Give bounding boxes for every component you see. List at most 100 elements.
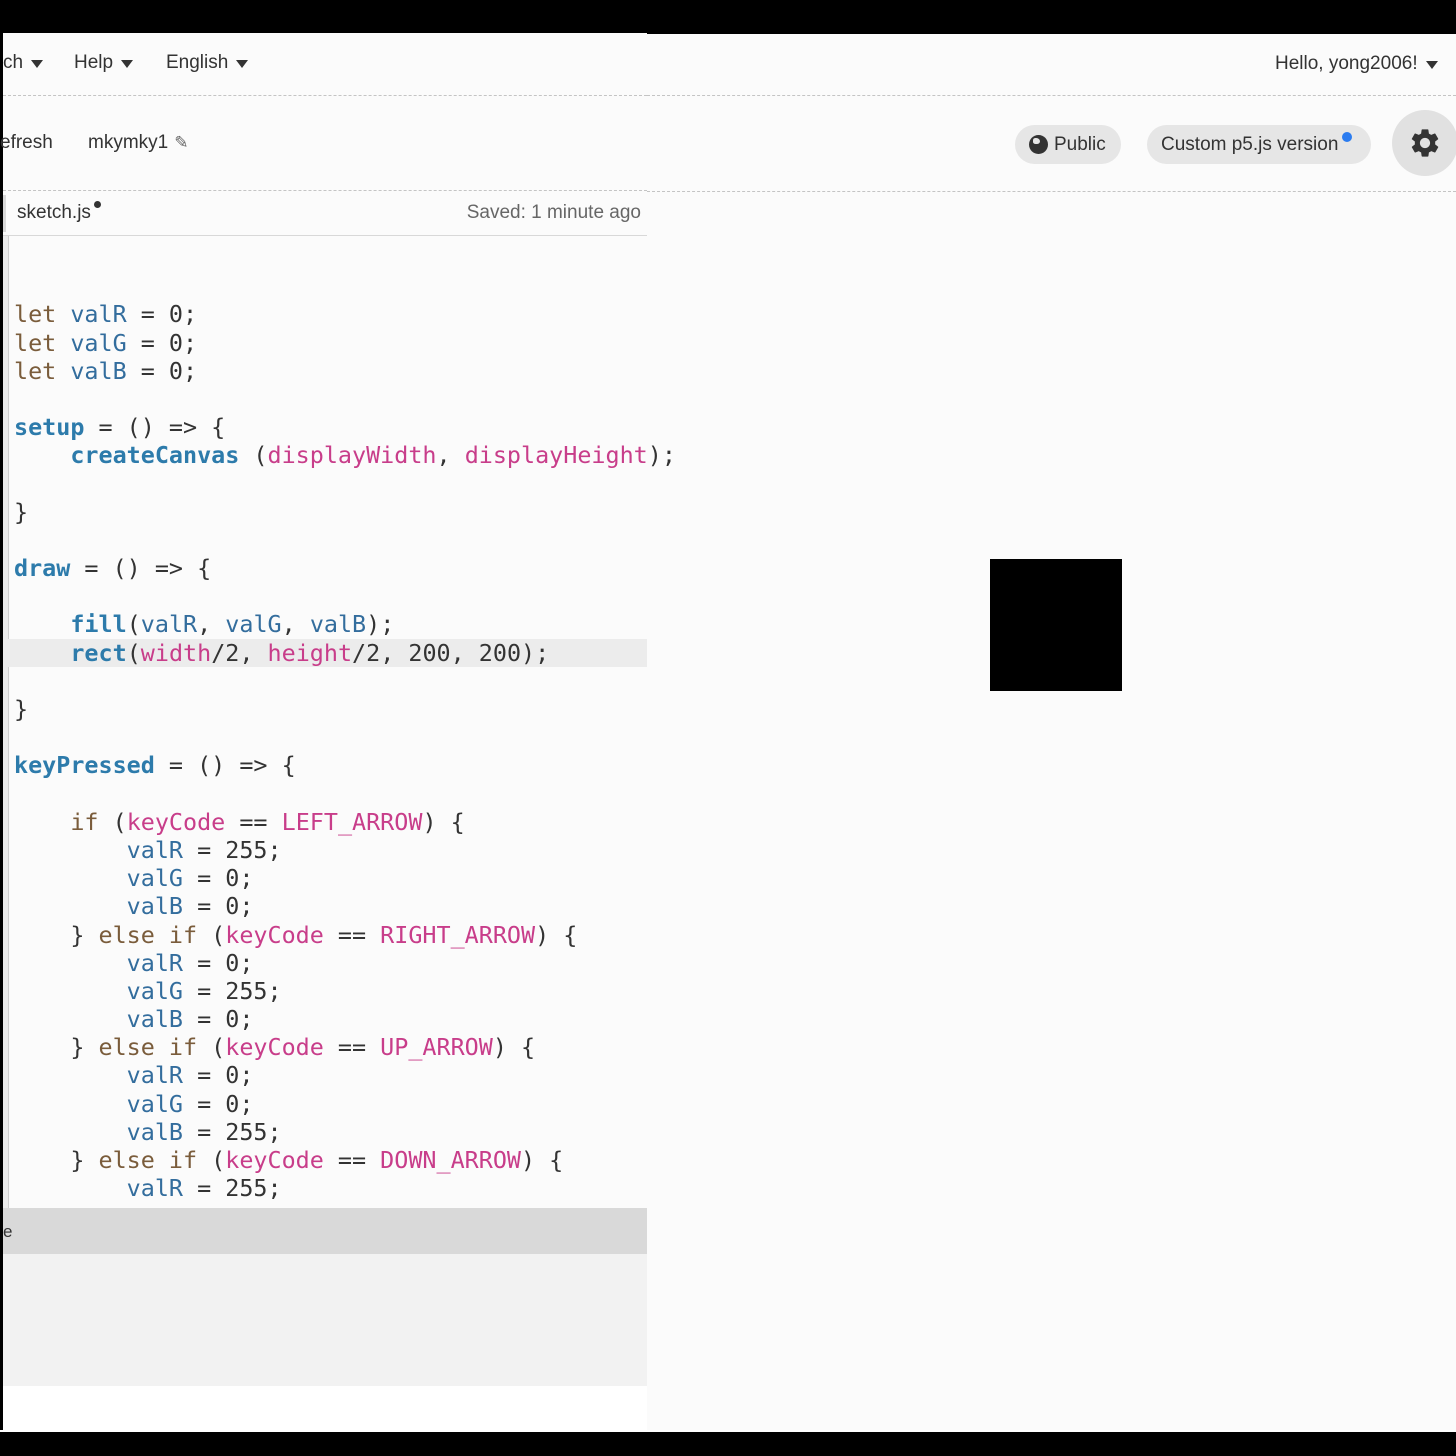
- code-line[interactable]: draw = () => {: [14, 554, 676, 582]
- code-token: /2,: [211, 638, 268, 667]
- code-line[interactable]: valR = 0;: [14, 949, 676, 977]
- code-line[interactable]: setup = () => {: [14, 413, 676, 441]
- menu-help[interactable]: Help: [74, 52, 134, 74]
- code-token: ,: [281, 610, 310, 639]
- code-token: createCanvas: [70, 441, 240, 470]
- code-line[interactable]: fill(valR, valG, valB);: [14, 610, 676, 638]
- code-token: = 255;: [183, 835, 282, 864]
- code-token: );: [647, 441, 676, 470]
- code-token: );: [366, 610, 395, 639]
- code-line[interactable]: [14, 780, 676, 808]
- code-line[interactable]: valB = 255;: [14, 1118, 676, 1146]
- code-token: if: [70, 807, 99, 836]
- code-line[interactable]: [14, 244, 676, 272]
- nav-divider: [647, 95, 1456, 96]
- code-line[interactable]: keyPressed = () => {: [14, 751, 676, 779]
- menu-sketch[interactable]: ch: [3, 52, 44, 74]
- code-line[interactable]: if (keyCode == LEFT_ARROW) {: [14, 808, 676, 836]
- footer-strip: [3, 1386, 647, 1430]
- code-line[interactable]: valR = 255;: [14, 1174, 676, 1202]
- pencil-icon[interactable]: ✎: [174, 133, 188, 153]
- settings-button[interactable]: [1392, 110, 1456, 176]
- sketch-name[interactable]: mkymky1 ✎: [88, 132, 188, 154]
- toolbar-divider: [647, 191, 1456, 192]
- code-token: = () => {: [84, 413, 226, 442]
- console-output: [3, 1254, 647, 1386]
- code-line[interactable]: [14, 470, 676, 498]
- code-token: = 0;: [183, 864, 254, 893]
- code-line[interactable]: valB = 0;: [14, 1005, 676, 1033]
- code-token: else if: [98, 920, 198, 949]
- code-token: ==: [323, 920, 381, 949]
- menu-help-label: Help: [74, 52, 114, 73]
- code-token: UP_ARROW: [380, 1033, 493, 1062]
- code-line[interactable]: createCanvas (displayWidth, displayHeigh…: [14, 441, 676, 469]
- code-line[interactable]: valG = 0;: [14, 864, 676, 892]
- file-tab-sketch-js[interactable]: sketch.js: [17, 201, 101, 224]
- bottom-border: [0, 1430, 1456, 1432]
- code-line[interactable]: } else if (keyCode == UP_ARROW) {: [14, 1033, 676, 1061]
- code-line[interactable]: [14, 667, 676, 695]
- code-token: valR: [126, 1174, 184, 1203]
- code-line[interactable]: [14, 723, 676, 751]
- code-line[interactable]: valB = 0;: [14, 892, 676, 920]
- code-line[interactable]: [14, 272, 676, 300]
- code-line[interactable]: valG = 255;: [14, 977, 676, 1005]
- code-token: else if: [98, 1033, 198, 1062]
- code-token: let: [14, 356, 57, 385]
- code-line[interactable]: } else if (keyCode == DOWN_ARROW) {: [14, 1146, 676, 1174]
- code-token: LEFT_ARROW: [281, 807, 423, 836]
- caret-down-icon: [236, 60, 249, 68]
- code-line[interactable]: valG = 0;: [14, 1090, 676, 1118]
- code-line[interactable]: } else if (keyCode == RIGHT_ARROW) {: [14, 921, 676, 949]
- code-token: (: [239, 441, 268, 470]
- code-line[interactable]: }: [14, 695, 676, 723]
- code-line[interactable]: [14, 385, 676, 413]
- code-token: width: [140, 638, 212, 667]
- code-token: ,: [436, 441, 465, 470]
- code-token: = () => {: [70, 554, 212, 583]
- sketch-name-text: mkymky1: [88, 132, 169, 153]
- code-token: valB: [126, 1005, 184, 1034]
- line-number-gutter: [3, 236, 9, 1208]
- code-line[interactable]: rect(width/2, height/2, 200, 200);: [14, 639, 676, 667]
- p5-version-button[interactable]: Custom p5.js version: [1147, 125, 1371, 164]
- code-editor[interactable]: let valR = 0; let valG = 0; let valB = 0; s…: [14, 244, 676, 1202]
- caret-down-icon: [121, 60, 134, 68]
- code-line[interactable]: valR = 0;: [14, 1061, 676, 1089]
- gear-icon: [1411, 129, 1439, 157]
- code-line[interactable]: }: [14, 498, 676, 526]
- sidebar-toggle-edge[interactable]: [3, 195, 6, 232]
- code-line[interactable]: let valG = 0;: [14, 329, 676, 357]
- menu-language[interactable]: English: [166, 52, 249, 74]
- code-token: valB: [126, 1117, 184, 1146]
- code-line[interactable]: [14, 526, 676, 554]
- code-line[interactable]: let valB = 0;: [14, 357, 676, 385]
- code-line[interactable]: let valR = 0;: [14, 300, 676, 328]
- user-menu[interactable]: Hello, yong2006!: [1275, 53, 1438, 75]
- console-header[interactable]: [3, 1208, 647, 1254]
- code-token: (: [126, 638, 141, 667]
- code-line[interactable]: [14, 582, 676, 610]
- code-token: RIGHT_ARROW: [380, 920, 536, 949]
- code-token: valR: [140, 610, 198, 639]
- sketch-preview-rect: [990, 559, 1122, 691]
- code-token: fill: [70, 610, 127, 639]
- visibility-button[interactable]: Public: [1015, 125, 1121, 164]
- menu-language-label: English: [166, 52, 229, 73]
- code-token: valR: [126, 835, 184, 864]
- code-token: = 0;: [183, 892, 254, 921]
- code-token: = 0;: [126, 356, 198, 385]
- unsaved-indicator: [93, 201, 101, 208]
- auto-refresh-label[interactable]: efresh: [0, 132, 53, 154]
- code-token: ,: [197, 610, 226, 639]
- code-token: else if: [98, 1146, 198, 1174]
- code-line[interactable]: valR = 255;: [14, 836, 676, 864]
